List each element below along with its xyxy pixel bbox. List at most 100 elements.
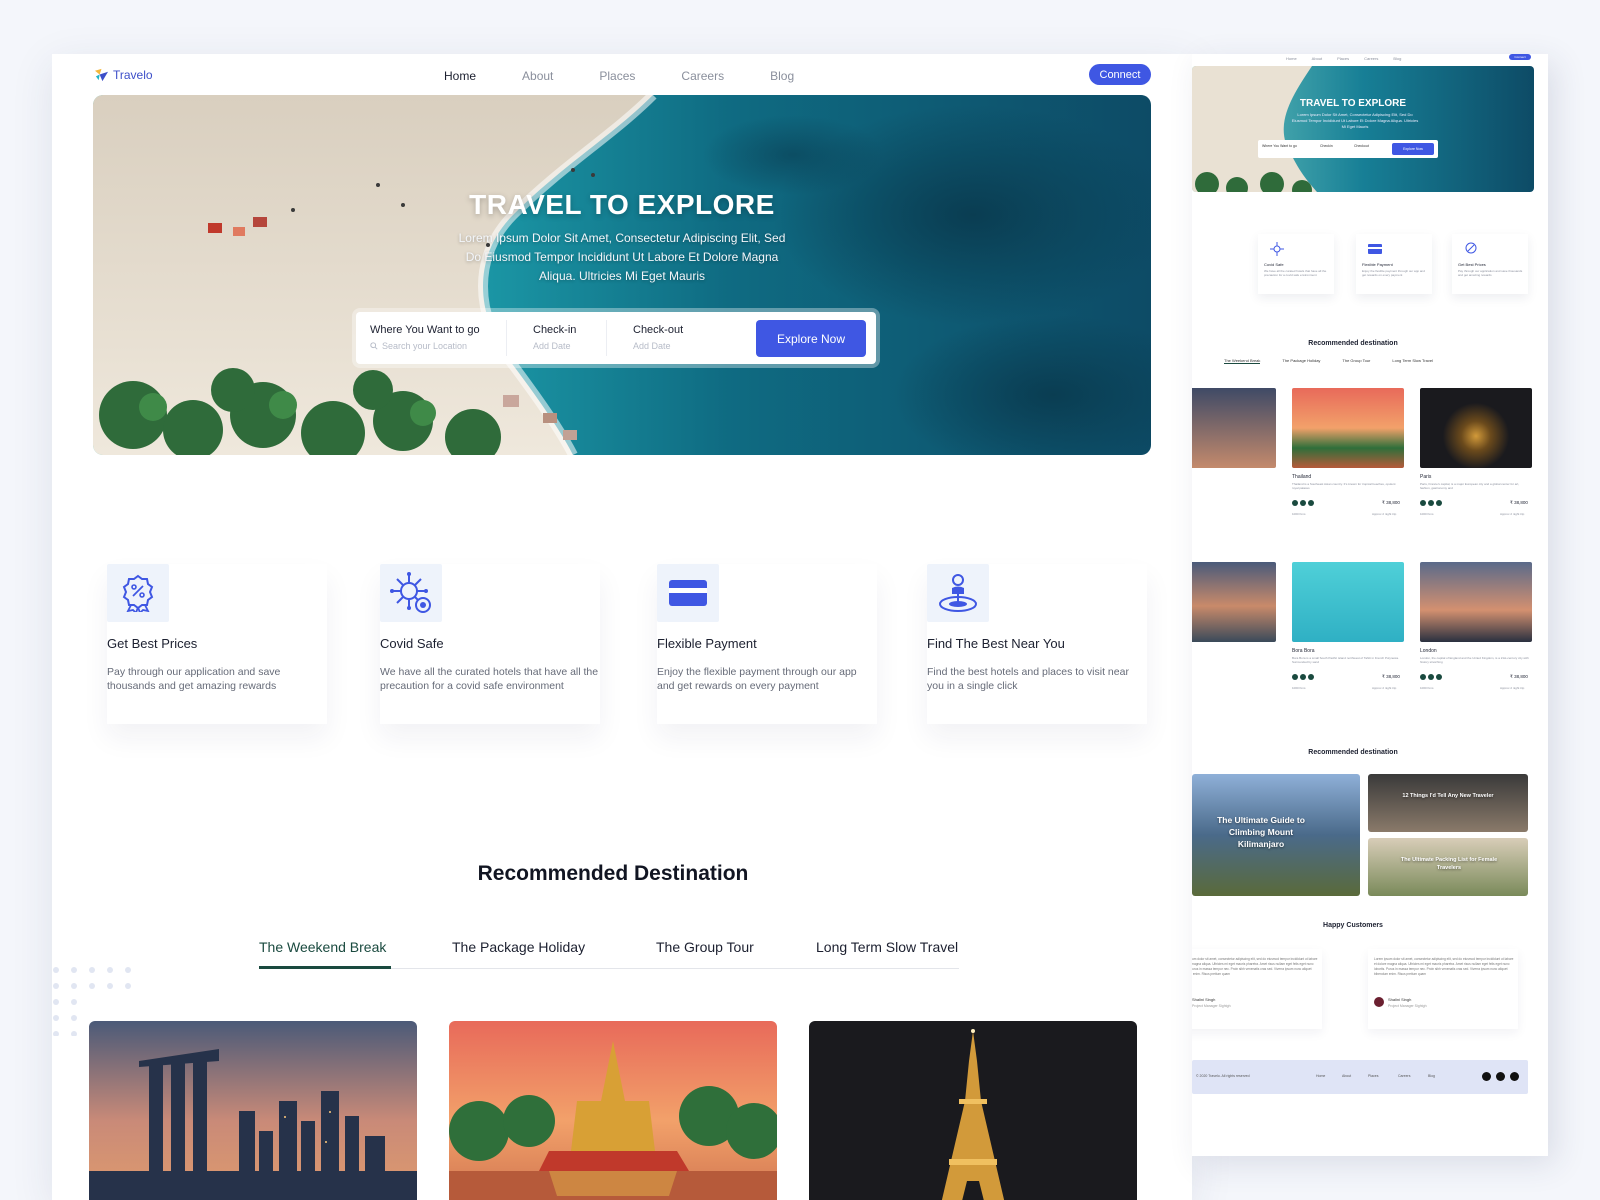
feature-card: Flexible Payment Enjoy the flexible paym… [657, 564, 877, 724]
preview-card-desc: Bora Bora is a small South Pacific islan… [1292, 656, 1399, 664]
tab-long-term-travel[interactable]: Long Term Slow Travel [816, 939, 958, 955]
preview-connect-button[interactable]: Connect [1509, 54, 1531, 60]
preview-card-image[interactable] [1420, 388, 1532, 468]
preview-feature-desc: We have all the curated hotels that have… [1264, 269, 1327, 277]
location-pin-icon [927, 564, 989, 622]
preview-tabs: The Weekend Break The Package Holiday Th… [1224, 358, 1433, 364]
preview-hero: TRAVEL TO EXPLORE Lorem Ipsum Dolor Sit … [1192, 66, 1534, 192]
preview-amenity-icons [1292, 674, 1314, 680]
preview-checkin[interactable]: Checkin [1320, 144, 1333, 148]
where-label: Where You Want to go [370, 324, 480, 336]
feature-desc: Enjoy the flexible payment through our a… [657, 666, 857, 692]
preview-footer-blog[interactable]: Blog [1428, 1074, 1435, 1078]
preview-card-duration: Approx 2 night trip [1500, 512, 1525, 516]
tab-package-holiday[interactable]: The Package Holiday [452, 939, 585, 955]
destination-card-thailand[interactable] [449, 1021, 777, 1200]
hero-banner: TRAVEL TO EXPLORE Lorem Ipsum Dolor Sit … [93, 95, 1151, 455]
destination-card-singapore[interactable] [89, 1021, 417, 1200]
nav-places[interactable]: Places [599, 69, 635, 83]
brand-logo[interactable]: Travelo [94, 68, 153, 82]
preview-blog-heading: 12 Things I'd Tell Any New Traveler [1402, 793, 1494, 799]
preview-card-image[interactable] [1292, 562, 1404, 642]
destination-tabs: The Weekend Break The Package Holiday Th… [259, 939, 959, 969]
preview-card-name: London [1420, 648, 1437, 654]
where-field[interactable]: Where You Want to go Search your Locatio… [370, 324, 480, 351]
preview-footer-careers[interactable]: Careers [1398, 1074, 1410, 1078]
linkedin-icon[interactable] [1496, 1072, 1505, 1081]
preview-nav-places[interactable]: Places [1337, 56, 1349, 61]
feature-title: Covid Safe [380, 636, 444, 651]
preview-tab-weekend[interactable]: The Weekend Break [1224, 358, 1261, 364]
preview-footer-places[interactable]: Places [1368, 1074, 1379, 1078]
preview-card-desc: London, the capital of England and the U… [1420, 656, 1529, 664]
feature-desc: Pay through our application and save tho… [107, 666, 281, 692]
preview-card-desc: Thailand is a Southeast Asian country. I… [1292, 482, 1396, 490]
preview-tab-group[interactable]: The Group Tour [1342, 358, 1370, 364]
explore-now-button[interactable]: Explore Now [756, 320, 866, 357]
search-divider [606, 320, 607, 356]
connect-button[interactable]: Connect [1089, 64, 1151, 85]
facebook-icon[interactable] [1482, 1072, 1491, 1081]
checkout-field[interactable]: Check-out Add Date [633, 324, 683, 351]
preview-footer-home[interactable]: Home [1316, 1074, 1325, 1078]
preview-hero-subtitle: Lorem Ipsum Dolor Sit Amet, Consectetur … [1291, 112, 1419, 129]
preview-card-duration: Approx 2 night trip [1372, 512, 1397, 516]
checkin-field[interactable]: Check-in Add Date [533, 324, 576, 351]
preview-card-image[interactable] [1420, 562, 1532, 642]
destination-card-paris[interactable] [809, 1021, 1137, 1200]
preview-where[interactable]: Where You Want to go [1262, 144, 1297, 148]
nav-home[interactable]: Home [444, 69, 476, 83]
preview-nav-about[interactable]: About [1312, 56, 1322, 61]
preview-tab-package[interactable]: The Package Holiday [1282, 358, 1320, 364]
nav-careers[interactable]: Careers [681, 69, 724, 83]
tab-weekend-break[interactable]: The Weekend Break [259, 939, 386, 955]
preview-recommended-title: Recommended destination [1308, 340, 1398, 347]
preview-amenity-icons [1420, 674, 1442, 680]
preview-review-text: Lorem ipsum dolor sit amet, consectetur … [1374, 957, 1514, 976]
nav-blog[interactable]: Blog [770, 69, 794, 83]
preview-blog-card[interactable]: The Ultimate Guide to Climbing Mount Kil… [1192, 774, 1360, 896]
preview-blog-card[interactable]: The Ultimate Packing List for Female Tra… [1368, 838, 1528, 896]
preview-explore-button[interactable]: Explore Now [1392, 143, 1434, 155]
preview-review-card: Lorem ipsum dolor sit amet, consectetur … [1192, 949, 1322, 1029]
preview-footer-about[interactable]: About [1342, 1074, 1351, 1078]
feature-title: Get Best Prices [107, 636, 198, 651]
preview-blog-heading: The Ultimate Packing List for Female Tra… [1400, 857, 1498, 871]
preview-reviewer-name: Shalini Singh [1388, 997, 1412, 1002]
preview-nav-home[interactable]: Home [1286, 56, 1297, 61]
section-title-recommended: Recommended Destination [477, 862, 749, 885]
discount-badge-icon [1465, 242, 1477, 254]
preview-nav-blog[interactable]: Blog [1393, 56, 1401, 61]
feature-card: Find The Best Near You Find the best hot… [927, 564, 1147, 724]
search-icon [370, 342, 378, 350]
checkin-placeholder: Add Date [533, 341, 571, 351]
instagram-icon[interactable] [1510, 1072, 1519, 1081]
preview-nav-careers[interactable]: Careers [1364, 56, 1378, 61]
feature-title: Find The Best Near You [927, 636, 1065, 651]
preview-reviewer-role: Project Manager Sightgh [1192, 1004, 1231, 1008]
brand-name: Travelo [113, 68, 153, 82]
preview-checkout[interactable]: Checkout [1354, 144, 1369, 148]
preview-blog-card[interactable]: 12 Things I'd Tell Any New Traveler [1368, 774, 1528, 832]
preview-card-price: ₹ 38,800 [1510, 674, 1528, 679]
virus-icon [1270, 242, 1284, 256]
preview-reviewer-role: Project Manager Sightgh [1388, 1004, 1427, 1008]
preview-feature-card: Flexible Payment Enjoy the flexible paym… [1356, 234, 1432, 294]
preview-card-image[interactable] [1192, 388, 1276, 468]
credit-card-icon [1368, 244, 1382, 254]
preview-card-image[interactable] [1292, 388, 1404, 468]
preview-card-distance: 1000 Kms [1292, 686, 1306, 690]
checkout-label: Check-out [633, 324, 684, 336]
nav-about[interactable]: About [522, 69, 553, 83]
preview-card-duration: Approx 2 night trip [1372, 686, 1397, 690]
tab-group-tour[interactable]: The Group Tour [656, 939, 754, 955]
preview-tab-longterm[interactable]: Long Term Slow Travel [1392, 358, 1433, 364]
preview-card-name: Paris [1420, 474, 1432, 480]
travelo-logo-icon [94, 68, 109, 82]
preview-card-image[interactable] [1192, 562, 1276, 642]
preview-footer-copyright: © 2020 Travelo. All rights reserved [1196, 1074, 1250, 1078]
preview-amenity-icons [1292, 500, 1314, 506]
preview-review-card: Lorem ipsum dolor sit amet, consectetur … [1368, 949, 1518, 1029]
preview-feature-title: Get Best Prices [1458, 262, 1486, 267]
preview-review-text: Lorem ipsum dolor sit amet, consectetur … [1192, 957, 1318, 976]
